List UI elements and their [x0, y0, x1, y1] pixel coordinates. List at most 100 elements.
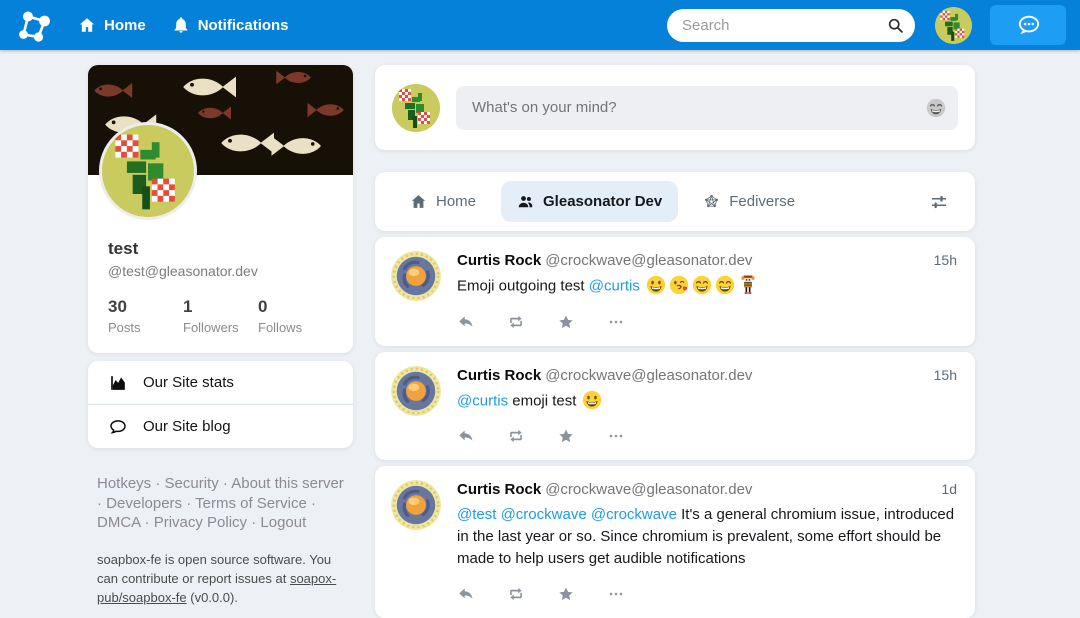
nav-home-label: Home [104, 17, 146, 34]
mention-link[interactable]: @curtis [457, 392, 508, 409]
search-icon[interactable] [887, 17, 904, 34]
post-header: Curtis Rock@crockwave@gleasonator.dev [457, 250, 957, 269]
soapbox-logo-icon[interactable] [14, 6, 52, 44]
grinning-face-emoji [646, 275, 666, 295]
star-icon[interactable] [557, 585, 575, 603]
profile-card: test @test@gleasonator.dev 30 Posts 1 Fo… [88, 65, 353, 353]
post-author-handle: @crockwave@gleasonator.dev [545, 252, 752, 269]
post-author-name[interactable]: Curtis Rock [457, 367, 541, 384]
custom-mascot-emoji [738, 275, 758, 295]
chat-button[interactable] [990, 5, 1066, 45]
fediverse-icon [703, 193, 720, 210]
chart-icon [108, 373, 128, 393]
post-author-name[interactable]: Curtis Rock [457, 481, 541, 498]
footer-about: soapbox-fe is open source software. You … [97, 550, 344, 607]
post-author-avatar[interactable] [391, 480, 441, 530]
post-timestamp[interactable]: 15h [934, 367, 957, 383]
footer-link-logout[interactable]: Logout [260, 514, 306, 531]
profile-avatar[interactable] [99, 122, 197, 220]
post-content: @test @crockwave @crockwave It's a gener… [457, 504, 957, 570]
more-icon[interactable] [607, 585, 625, 603]
post-actions [457, 313, 957, 331]
tab-fediverse[interactable]: Fediverse [687, 181, 811, 222]
nav-home[interactable]: Home [78, 16, 146, 34]
menu-item-site-blog[interactable]: Our Site blog [88, 404, 353, 448]
repost-icon[interactable] [507, 313, 525, 331]
star-icon[interactable] [557, 313, 575, 331]
post-actions [457, 585, 957, 603]
post-author-name[interactable]: Curtis Rock [457, 252, 541, 269]
site-menu-card: Our Site stats Our Site blog [88, 361, 353, 448]
grinning-face-emoji [582, 390, 602, 410]
profile-name: test [108, 239, 333, 259]
left-sidebar: test @test@gleasonator.dev 30 Posts 1 Fo… [88, 65, 353, 607]
post: Curtis Rock@crockwave@gleasonator.dev15h… [375, 352, 975, 461]
compose-card [375, 65, 975, 150]
footer-link-hotkeys[interactable]: Hotkeys [97, 475, 151, 492]
nav-notifications[interactable]: Notifications [172, 16, 289, 34]
post-author-handle: @crockwave@gleasonator.dev [545, 481, 752, 498]
face-blowing-kiss-emoji [669, 275, 689, 295]
post-actions [457, 427, 957, 445]
filter-sliders-icon[interactable] [929, 192, 949, 212]
beaming-face-emoji [715, 275, 735, 295]
reply-icon[interactable] [457, 313, 475, 331]
footer-link-terms-of-service[interactable]: Terms of Service [195, 495, 307, 512]
profile-stats: 30 Posts 1 Followers 0 Follows [88, 279, 353, 339]
beaming-face-emoji [692, 275, 712, 295]
post-author-avatar[interactable] [391, 251, 441, 301]
post-timestamp[interactable]: 1d [941, 481, 957, 497]
more-icon[interactable] [607, 427, 625, 445]
profile-handle: @test@gleasonator.dev [108, 263, 333, 279]
stat-posts[interactable]: 30 Posts [108, 297, 183, 335]
post-header: Curtis Rock@crockwave@gleasonator.dev [457, 479, 957, 498]
stat-follows[interactable]: 0 Follows [258, 297, 333, 335]
reply-icon[interactable] [457, 427, 475, 445]
compose-field [456, 86, 958, 130]
tab-gleasonator-dev[interactable]: Gleasonator Dev [501, 181, 678, 222]
footer-link-developers[interactable]: Developers [106, 495, 182, 512]
mention-link[interactable]: @test [457, 506, 496, 523]
reply-icon[interactable] [457, 585, 475, 603]
compose-input[interactable] [456, 99, 958, 116]
users-icon [517, 193, 534, 210]
star-icon[interactable] [557, 427, 575, 445]
footer-link-privacy-policy[interactable]: Privacy Policy [154, 514, 247, 531]
stat-followers[interactable]: 1 Followers [183, 297, 258, 335]
menu-item-site-stats[interactable]: Our Site stats [88, 361, 353, 404]
search-input[interactable] [667, 17, 915, 34]
mention-link[interactable]: @crockwave [591, 506, 677, 523]
footer-link-security[interactable]: Security [165, 475, 219, 492]
post-author-handle: @crockwave@gleasonator.dev [545, 367, 752, 384]
repost-icon[interactable] [507, 585, 525, 603]
mention-link[interactable]: @curtis [589, 278, 640, 295]
post-header: Curtis Rock@crockwave@gleasonator.dev [457, 365, 957, 384]
blog-icon [108, 417, 128, 437]
mention-link[interactable]: @crockwave [501, 506, 587, 523]
chat-icon [1015, 12, 1042, 39]
top-navbar: Home Notifications [0, 0, 1080, 50]
post-content: @curtis emoji test [457, 390, 957, 413]
repost-icon[interactable] [507, 427, 525, 445]
footer-link-dmca[interactable]: DMCA [97, 514, 140, 531]
timeline-column: Home Gleasonator Dev Fediverse Curtis Ro… [375, 65, 975, 618]
post: Curtis Rock@crockwave@gleasonator.dev1d@… [375, 466, 975, 618]
post-timestamp[interactable]: 15h [934, 252, 957, 268]
timeline-tabs: Home Gleasonator Dev Fediverse [375, 172, 975, 231]
bell-icon [172, 16, 190, 34]
home-icon [78, 16, 96, 34]
search-bar [667, 9, 915, 42]
emoji-picker-button[interactable] [926, 98, 946, 118]
nav-notifications-label: Notifications [198, 17, 289, 34]
post-content: Emoji outgoing test @curtis [457, 275, 957, 298]
compose-avatar[interactable] [392, 84, 440, 132]
home-icon [410, 193, 427, 210]
post-author-avatar[interactable] [391, 366, 441, 416]
post-feed: Curtis Rock@crockwave@gleasonator.dev15h… [375, 237, 975, 618]
post: Curtis Rock@crockwave@gleasonator.dev15h… [375, 237, 975, 346]
footer-link-about-this-server[interactable]: About this server [231, 475, 344, 492]
tab-home[interactable]: Home [394, 181, 492, 222]
nav-user-avatar[interactable] [935, 7, 972, 44]
footer-links: Hotkeys · Security · About this server ·… [97, 474, 344, 533]
more-icon[interactable] [607, 313, 625, 331]
